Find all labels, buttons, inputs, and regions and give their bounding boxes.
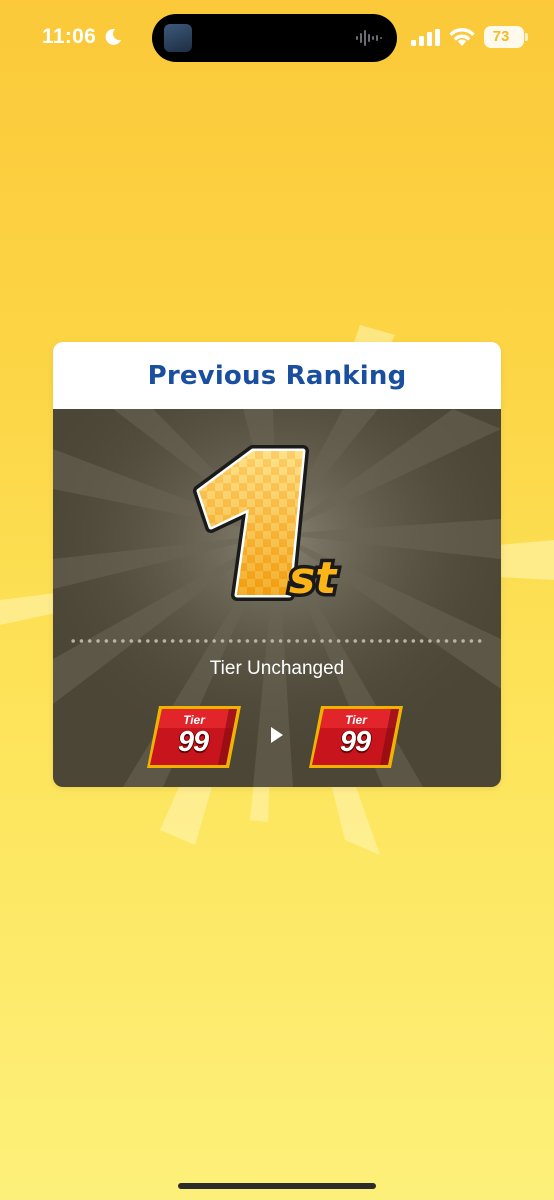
tier-badge-current: Tier 99 <box>307 704 405 770</box>
battery-level: 73 <box>492 28 510 45</box>
ranking-card: Previous Ranking st 1 Tier Unchanged Tie… <box>53 342 501 787</box>
live-activity-app-icon <box>164 24 192 52</box>
rank-number: 1 <box>191 443 192 444</box>
card-header: Previous Ranking <box>53 342 501 409</box>
tier-value: 99 <box>177 726 209 758</box>
tier-label: Tier <box>345 713 367 727</box>
home-indicator[interactable] <box>178 1183 376 1189</box>
card-body: st 1 Tier Unchanged Tier 99 Tier 99 <box>53 409 501 787</box>
status-time: 11:06 <box>42 25 97 48</box>
dynamic-island[interactable] <box>152 14 397 62</box>
tier-value: 99 <box>339 726 371 758</box>
tier-status-text: Tier Unchanged <box>209 658 345 679</box>
rank-suffix: st <box>289 553 338 604</box>
signal-icon <box>411 29 440 46</box>
status-bar: 11:06 73 <box>0 0 554 76</box>
moon-icon <box>105 28 121 45</box>
wifi-icon <box>449 28 475 46</box>
audio-wave-icon <box>356 30 382 46</box>
card-title: Previous Ranking <box>147 360 407 391</box>
first-place-graphic: st 1 <box>191 443 342 608</box>
tier-label: Tier <box>183 713 205 727</box>
battery-icon: 73 <box>484 26 528 48</box>
battery-nub <box>525 33 528 41</box>
dotted-divider <box>69 638 485 644</box>
arrow-right-icon <box>271 727 283 743</box>
tier-badge-previous: Tier 99 <box>145 704 243 770</box>
